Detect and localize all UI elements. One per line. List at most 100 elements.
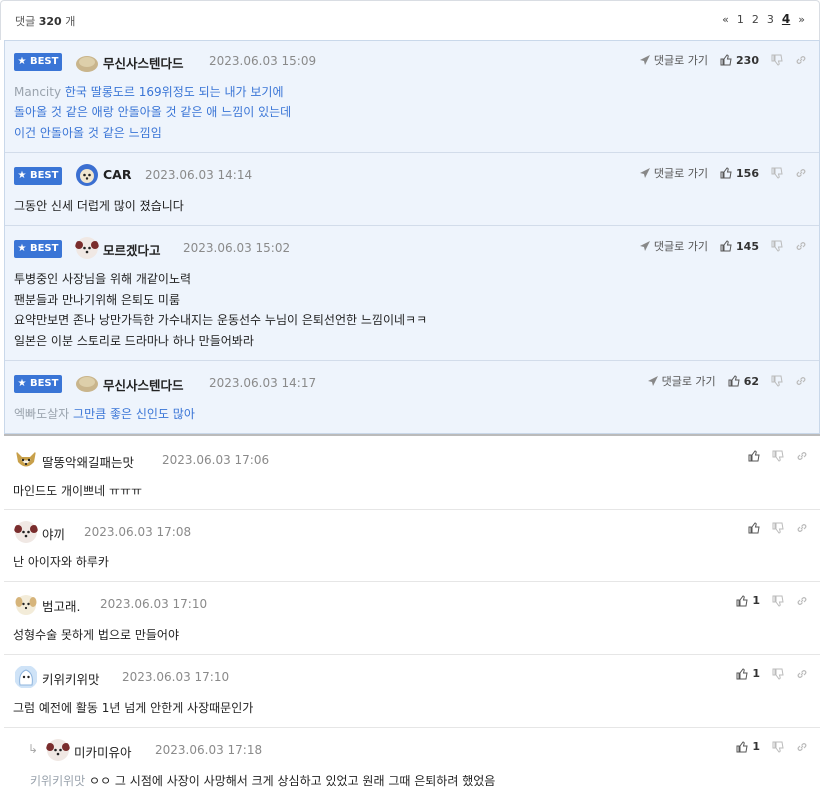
goto-comment-link[interactable]: 댓글로 가기 <box>639 238 708 254</box>
reply-to-nick[interactable]: 엑빠도살자 <box>14 407 69 421</box>
thumbs-up-icon <box>736 667 748 679</box>
comment-item: 딸똥악왜길패는맛 2023.06.03 17:06 마인드도 개이쁘네 ㅠㅠㅠ <box>4 436 820 510</box>
best-comment: ★ BEST 무신사스텐다드 2023.06.03 15:09 댓글로 가기 2… <box>5 41 819 153</box>
best-comment: ★ BEST 무신사스텐다드 2023.06.03 14:17 댓글로 가기 6… <box>5 361 819 435</box>
pager-last[interactable]: » <box>798 13 805 26</box>
thumbs-down-icon[interactable] <box>772 522 784 534</box>
comment-tools <box>748 450 808 462</box>
avatar[interactable] <box>14 448 38 472</box>
link-icon[interactable] <box>795 375 807 387</box>
comment-date: 2023.06.03 17:08 <box>84 525 192 539</box>
like-button[interactable]: 145 <box>720 240 759 253</box>
comment-date: 2023.06.03 15:02 <box>183 241 291 255</box>
thumbs-down-icon[interactable] <box>772 741 784 753</box>
link-icon[interactable] <box>796 595 808 607</box>
thumbs-up-icon <box>720 240 732 252</box>
pager-page-3[interactable]: 3 <box>767 13 774 26</box>
avatar[interactable] <box>75 51 99 75</box>
pagination: « 1 2 3 4 » <box>722 12 805 26</box>
comment-author[interactable]: 미카미유아 <box>74 742 132 761</box>
like-count: 156 <box>736 166 759 180</box>
like-button[interactable]: 1 <box>736 740 760 753</box>
link-icon[interactable] <box>795 240 807 252</box>
comment-text: 팬분들과 만나기위해 은퇴도 미룸 <box>14 293 181 307</box>
comment-date: 2023.06.03 15:09 <box>209 54 317 68</box>
goto-comment-link[interactable]: 댓글로 가기 <box>639 165 708 181</box>
goto-label: 댓글로 가기 <box>653 240 709 253</box>
like-button[interactable]: 156 <box>720 167 759 180</box>
reply-to-nick[interactable]: 키위키위맛 <box>30 774 85 788</box>
comment-item: 야끼 2023.06.03 17:08 난 아이자와 하루카 <box>4 510 820 582</box>
comment-text: 그만큼 좋은 신인도 많아 <box>73 407 195 421</box>
goto-comment-link[interactable]: 댓글로 가기 <box>639 52 708 68</box>
comment-author[interactable]: 무신사스텐다드 <box>103 53 184 72</box>
comment-text: 요약만보면 존나 낭만가득한 가수내지는 운동선수 누님이 은퇴선언한 느낌이네… <box>14 313 428 327</box>
avatar[interactable] <box>14 592 38 616</box>
best-comments: ★ BEST 무신사스텐다드 2023.06.03 15:09 댓글로 가기 2… <box>4 40 820 434</box>
comment-author[interactable]: 딸똥악왜길패는맛 <box>42 452 134 471</box>
comment-line: 엑빠도살자 그만큼 좋은 신인도 많아 <box>14 405 195 422</box>
comment-date: 2023.06.03 14:17 <box>209 376 317 390</box>
link-icon[interactable] <box>796 522 808 534</box>
goto-label: 댓글로 가기 <box>661 375 716 388</box>
comment-tools: 1 <box>736 594 808 607</box>
like-button[interactable]: 230 <box>720 54 759 67</box>
thumbs-down-icon[interactable] <box>771 54 783 66</box>
avatar[interactable] <box>75 163 99 187</box>
avatar[interactable] <box>46 738 70 762</box>
comment-author[interactable]: CAR <box>103 167 131 182</box>
link-icon[interactable] <box>795 167 807 179</box>
thumbs-down-icon[interactable] <box>771 375 783 387</box>
like-button[interactable] <box>748 522 760 534</box>
comment-date: 2023.06.03 17:10 <box>122 670 230 684</box>
thumbs-down-icon[interactable] <box>771 167 783 179</box>
link-icon[interactable] <box>796 668 808 680</box>
comment-item: 범고래. 2023.06.03 17:10 1 성형수술 못하게 법으로 만들어… <box>4 582 820 655</box>
best-comment: ★ BEST CAR 2023.06.03 14:14 댓글로 가기 156 그… <box>5 153 819 226</box>
comment-text: 투병중인 사장님을 위해 개같이노력 <box>14 272 192 286</box>
link-icon[interactable] <box>795 54 807 66</box>
like-count: 62 <box>743 374 759 388</box>
link-icon[interactable] <box>796 450 808 462</box>
comment-line: Mancity 한국 딸롱도르 169위정도 되는 내가 보기에 <box>14 83 284 100</box>
comment-text: 한국 딸롱도르 169위정도 되는 내가 보기에 <box>64 85 284 99</box>
send-arrow-icon <box>647 376 658 386</box>
like-button[interactable] <box>748 450 760 462</box>
best-comment: ★ BEST 모르겠다고 2023.06.03 15:02 댓글로 가기 145… <box>5 226 819 361</box>
thumbs-down-icon[interactable] <box>772 450 784 462</box>
pager-page-1[interactable]: 1 <box>737 13 744 26</box>
thumbs-down-icon[interactable] <box>772 668 784 680</box>
comment-author[interactable]: 범고래. <box>42 596 80 615</box>
comment-text: 일본은 이분 스토리로 드라마나 하나 만들어봐라 <box>14 334 254 348</box>
send-arrow-icon <box>639 241 650 251</box>
send-arrow-icon <box>639 168 650 178</box>
comment-count-label: 댓글 <box>15 15 36 28</box>
comment-text: 마인드도 개이쁘네 ㅠㅠㅠ <box>13 484 143 498</box>
link-icon[interactable] <box>796 741 808 753</box>
comment-author[interactable]: 야끼 <box>42 524 65 543</box>
like-button[interactable]: 1 <box>736 594 760 607</box>
like-count: 1 <box>752 594 760 607</box>
comment-text: 그럼 예전에 활동 1년 넘게 안한게 사장때문인가 <box>13 701 254 715</box>
thumbs-down-icon[interactable] <box>772 595 784 607</box>
avatar[interactable] <box>75 236 99 260</box>
reply-to-nick[interactable]: Mancity <box>14 85 61 99</box>
pager-page-2[interactable]: 2 <box>752 13 759 26</box>
pager-current-page[interactable]: 4 <box>782 12 790 26</box>
comment-text: 그동안 신세 더럽게 많이 졌습니다 <box>14 199 184 213</box>
avatar[interactable] <box>75 371 99 395</box>
comment-author[interactable]: 무신사스텐다드 <box>103 375 184 394</box>
like-button[interactable]: 62 <box>728 375 759 388</box>
like-count: 145 <box>736 239 759 253</box>
comment-author[interactable]: 키위키위맛 <box>42 669 100 688</box>
comment-tools: 댓글로 가기 156 <box>639 165 807 181</box>
comment-count-value: 320 <box>38 15 62 28</box>
thumbs-up-icon <box>736 594 748 606</box>
avatar[interactable] <box>14 520 38 544</box>
avatar[interactable] <box>14 665 38 689</box>
goto-comment-link[interactable]: 댓글로 가기 <box>647 373 716 389</box>
comment-author[interactable]: 모르겠다고 <box>103 240 161 259</box>
pager-first[interactable]: « <box>722 13 729 26</box>
like-button[interactable]: 1 <box>736 667 760 680</box>
thumbs-down-icon[interactable] <box>771 240 783 252</box>
